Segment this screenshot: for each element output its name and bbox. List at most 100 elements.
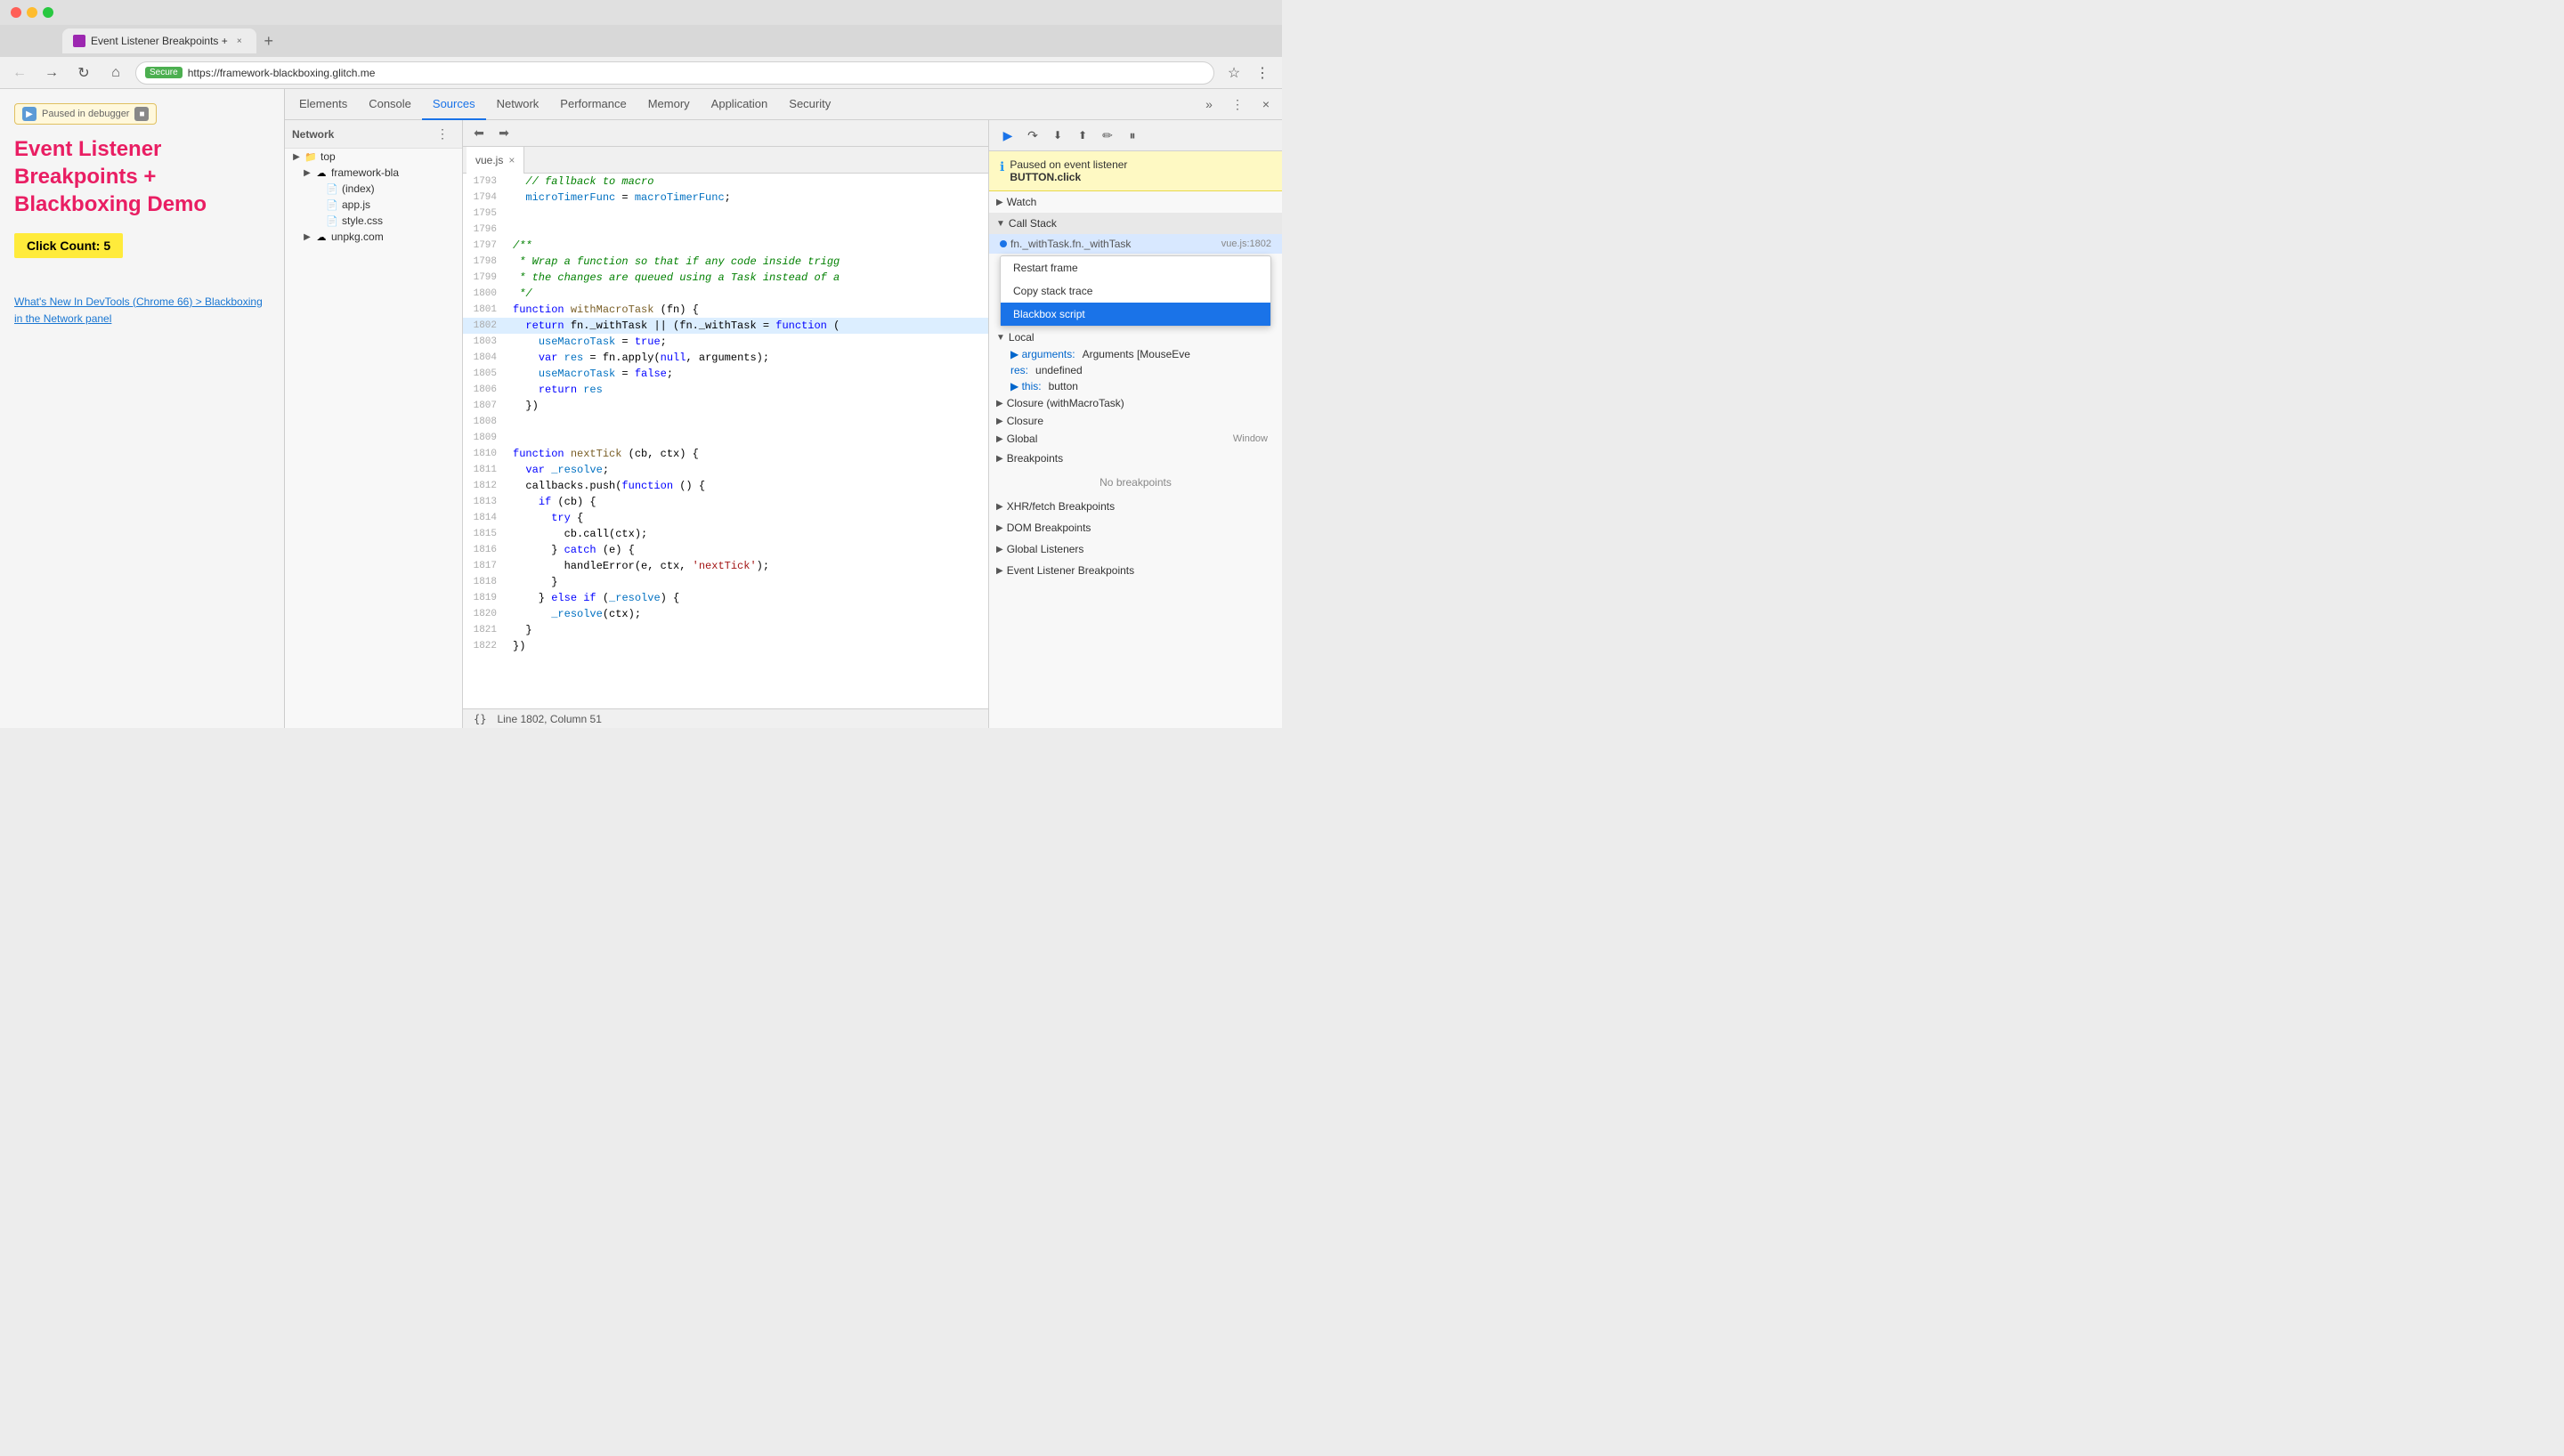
minimize-window-button[interactable]	[27, 7, 37, 18]
tab-performance[interactable]: Performance	[549, 89, 637, 120]
step-into-button[interactable]: ⬇	[1046, 124, 1069, 147]
global-listeners-label: Global Listeners	[1007, 543, 1084, 555]
maximize-window-button[interactable]	[43, 7, 53, 18]
tree-item-unpkg[interactable]: ▶ ☁ unpkg.com	[285, 229, 462, 245]
more-tabs-button[interactable]: »	[1197, 92, 1221, 117]
tree-item-top[interactable]: ▶ 📁 top	[285, 149, 462, 165]
scope-global-header[interactable]: ▶ Global Window	[989, 430, 1282, 448]
tree-item-index[interactable]: ▶ 📄 (index)	[285, 181, 462, 197]
devtools-tab-bar: Elements Console Sources Network Perform…	[285, 89, 1282, 120]
editor-nav-forward[interactable]: ➡	[491, 121, 516, 146]
scope-res-value: undefined	[1035, 364, 1083, 376]
paused-info-icon: ℹ	[1000, 159, 1004, 174]
editor-tab-vuejs[interactable]: vue.js ×	[467, 147, 524, 174]
pause-on-exceptions-button[interactable]: ⏸	[1121, 124, 1144, 147]
step-out-button[interactable]: ⬆	[1071, 124, 1094, 147]
context-menu-blackbox-script[interactable]: Blackbox script	[1001, 303, 1270, 326]
scope-local-header[interactable]: ▼ Local	[989, 328, 1282, 346]
scope-closure-wmt-arrow-icon: ▶	[996, 399, 1003, 408]
tab-application[interactable]: Application	[701, 89, 779, 120]
tab-console[interactable]: Console	[358, 89, 422, 120]
dom-arrow-icon: ▶	[996, 523, 1003, 533]
code-line-1805: 1805 useMacroTask = false;	[463, 366, 988, 382]
tab-sources[interactable]: Sources	[422, 89, 486, 120]
call-stack-item-0[interactable]: fn._withTask.fn._withTask vue.js:1802	[989, 234, 1282, 254]
context-menu-restart-frame[interactable]: Restart frame	[1001, 256, 1270, 279]
event-listener-bp-header[interactable]: ▶ Event Listener Breakpoints	[989, 560, 1282, 581]
global-listeners-header[interactable]: ▶ Global Listeners	[989, 538, 1282, 560]
code-line-1806: 1806 return res	[463, 382, 988, 398]
devtools-tabs-right: » ⋮ ×	[1197, 92, 1278, 117]
code-line-1801: 1801 function withMacroTask (fn) {	[463, 302, 988, 318]
code-content[interactable]: 1793 // fallback to macro 1794 microTime…	[463, 174, 988, 708]
tab-network[interactable]: Network	[486, 89, 550, 120]
watch-arrow-icon: ▶	[996, 198, 1003, 207]
scope-arguments: ▶ arguments: Arguments [MouseEve	[989, 346, 1282, 362]
code-line-1817: 1817 handleError(e, ctx, 'nextTick');	[463, 558, 988, 574]
scope-arguments-label: ▶ arguments:	[1010, 348, 1075, 360]
context-menu-copy-stack-trace[interactable]: Copy stack trace	[1001, 279, 1270, 303]
scope-res-label: res:	[1010, 364, 1028, 376]
network-label: Network	[292, 122, 334, 147]
step-over-button[interactable]: ↷	[1021, 124, 1044, 147]
cloud-icon-unpkg: ☁	[315, 231, 328, 243]
watch-section-header[interactable]: ▶ Watch	[989, 191, 1282, 213]
code-line-1800: 1800 */	[463, 286, 988, 302]
scope-closure-wmt-header[interactable]: ▶ Closure (withMacroTask)	[989, 394, 1282, 412]
code-line-1812: 1812 callbacks.push(function () {	[463, 478, 988, 494]
tree-item-stylecss[interactable]: ▶ 📄 style.css	[285, 213, 462, 229]
stop-icon[interactable]: ■	[134, 107, 149, 121]
sources-panel: Network ⋮ ▶ 📁 top ▶	[285, 120, 1282, 728]
tab-memory[interactable]: Memory	[637, 89, 701, 120]
scope-this: ▶ this: button	[989, 378, 1282, 394]
resume-icon[interactable]: ▶	[22, 107, 37, 121]
address-bar[interactable]: Secure https://framework-blackboxing.gli…	[135, 61, 1214, 85]
tab-security[interactable]: Security	[778, 89, 841, 120]
url-text: https://framework-blackboxing.glitch.me	[188, 67, 376, 79]
call-stack-section-header[interactable]: ▼ Call Stack	[989, 213, 1282, 234]
title-bar	[0, 0, 1282, 25]
close-window-button[interactable]	[11, 7, 21, 18]
file-icon-stylecss: 📄	[326, 214, 338, 227]
paused-info-sub: BUTTON.click	[1010, 171, 1127, 183]
bookmark-button[interactable]: ☆	[1221, 61, 1246, 85]
resume-execution-button[interactable]: ▶	[996, 124, 1019, 147]
more-button[interactable]: ⋮	[1250, 61, 1275, 85]
breakpoints-section-header[interactable]: ▶ Breakpoints	[989, 448, 1282, 469]
tree-arrow-unpkg: ▶	[303, 232, 312, 241]
tree-item-framework[interactable]: ▶ ☁ framework-bla	[285, 165, 462, 181]
tab-elements[interactable]: Elements	[288, 89, 358, 120]
code-line-1816: 1816 } catch (e) {	[463, 542, 988, 558]
reload-button[interactable]: ↻	[71, 61, 96, 85]
close-tab-icon[interactable]: ×	[508, 154, 515, 166]
editor-nav-back[interactable]: ⬅	[467, 121, 491, 146]
forward-button[interactable]: →	[39, 61, 64, 85]
tree-item-appjs[interactable]: ▶ 📄 app.js	[285, 197, 462, 213]
main-area: ▶ Paused in debugger ■ Event Listener Br…	[0, 89, 1282, 728]
edit-breakpoints-button[interactable]: ✏	[1096, 124, 1119, 147]
click-count-button[interactable]: Click Count: 5	[14, 233, 123, 258]
event-listener-bp-label: Event Listener Breakpoints	[1007, 564, 1134, 577]
home-button[interactable]: ⌂	[103, 61, 128, 85]
scope-arguments-value: Arguments [MouseEve	[1083, 348, 1190, 360]
new-tab-button[interactable]: +	[256, 28, 281, 53]
tree-label-top: top	[320, 150, 336, 163]
editor-tab-vuejs-label: vue.js	[475, 154, 503, 166]
close-tab-button[interactable]: ×	[233, 35, 246, 47]
active-tab[interactable]: Event Listener Breakpoints + ×	[62, 28, 256, 53]
debugger-panel: ▶ ↷ ⬇ ⬆ ✏ ⏸ ℹ Paused on event listener	[988, 120, 1282, 728]
code-line-1820: 1820 _resolve(ctx);	[463, 606, 988, 622]
devtools-close-button[interactable]: ×	[1254, 92, 1278, 117]
code-line-1808: 1808	[463, 414, 988, 430]
demo-page: ▶ Paused in debugger ■ Event Listener Br…	[0, 89, 285, 728]
xhr-breakpoints-header[interactable]: ▶ XHR/fetch Breakpoints	[989, 496, 1282, 517]
tree-label-framework: framework-bla	[331, 166, 399, 179]
demo-link-1[interactable]: What's New In DevTools (Chrome 66) > Bla…	[14, 294, 270, 328]
scope-closure-header[interactable]: ▶ Closure	[989, 412, 1282, 430]
devtools-more-button[interactable]: ⋮	[1225, 92, 1250, 117]
dom-breakpoints-header[interactable]: ▶ DOM Breakpoints	[989, 517, 1282, 538]
sidebar-more-button[interactable]: ⋮	[430, 122, 455, 147]
back-button[interactable]: ←	[7, 61, 32, 85]
dom-breakpoints-label: DOM Breakpoints	[1007, 522, 1091, 534]
tab-bar: Event Listener Breakpoints + × +	[0, 25, 1282, 57]
